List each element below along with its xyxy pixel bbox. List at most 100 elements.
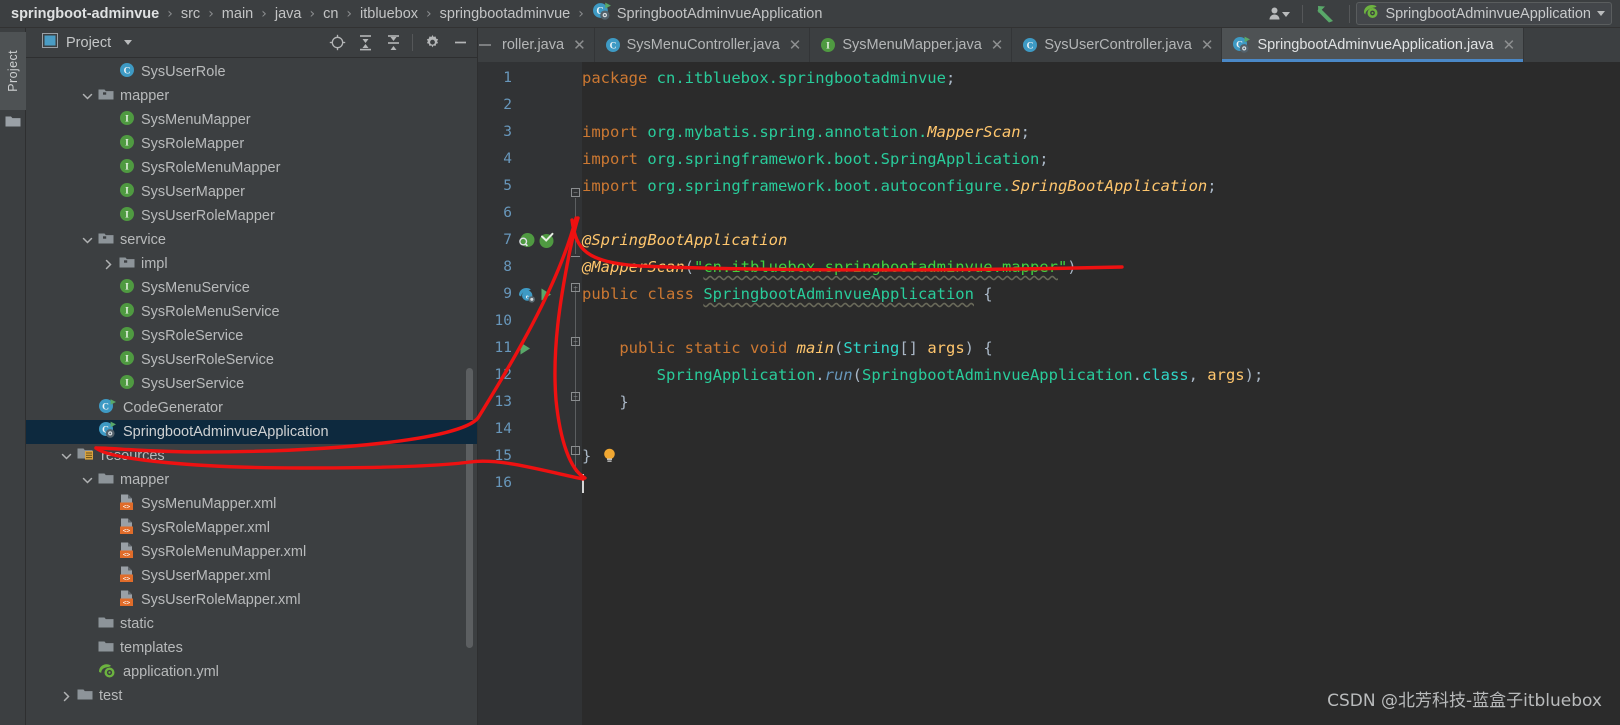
lightbulb-icon[interactable] bbox=[602, 447, 617, 464]
gutter-icons[interactable] bbox=[518, 335, 535, 362]
fold-marker[interactable] bbox=[571, 446, 580, 455]
line-number-row[interactable]: 8 bbox=[478, 254, 568, 281]
editor-tab-bar[interactable]: roller.java ✕ C SysMenuController.java ✕ I Sys… bbox=[478, 28, 1620, 62]
breadcrumb[interactable]: springboot-adminvue › src › main › java › cn › itb… bbox=[0, 2, 1262, 25]
tree-item[interactable]: I SysUserService bbox=[26, 372, 477, 396]
code-line[interactable]: package cn.itbluebox.springbootadminvue; bbox=[582, 65, 955, 92]
user-dropdown-icon[interactable] bbox=[1262, 1, 1296, 27]
tool-window-button-project[interactable]: Project bbox=[0, 32, 26, 110]
fold-marker[interactable]: − bbox=[571, 283, 580, 292]
editor-tab[interactable]: C SysUserController.java ✕ bbox=[1012, 28, 1223, 62]
run-arrow-icon[interactable] bbox=[539, 287, 553, 302]
line-number-row[interactable]: 10 bbox=[478, 308, 568, 335]
chevron-down-icon[interactable] bbox=[80, 233, 94, 247]
editor-tab[interactable]: I SysMenuMapper.java ✕ bbox=[810, 28, 1013, 62]
line-number-row[interactable]: 15 bbox=[478, 443, 568, 470]
close-icon[interactable]: ✕ bbox=[1503, 38, 1516, 53]
locate-icon[interactable] bbox=[324, 30, 350, 56]
line-number-row[interactable]: 11 bbox=[478, 335, 568, 362]
gear-icon[interactable] bbox=[419, 30, 445, 56]
tree-item[interactable]: resources bbox=[26, 444, 477, 468]
code-line[interactable]: import org.springframework.boot.SpringAp… bbox=[582, 146, 1049, 173]
line-number-row[interactable]: 12 bbox=[478, 362, 568, 389]
fold-marker[interactable] bbox=[571, 248, 580, 257]
fold-marker[interactable]: − bbox=[571, 392, 580, 401]
chevron-down-icon[interactable] bbox=[59, 449, 73, 463]
spring-search-bean-icon[interactable] bbox=[518, 232, 535, 249]
tree-item[interactable]: service bbox=[26, 228, 477, 252]
close-icon[interactable]: ✕ bbox=[789, 38, 802, 53]
code-line[interactable]: SpringApplication.run(SpringbootAdminvue… bbox=[582, 362, 1264, 389]
minimize-icon[interactable] bbox=[447, 30, 473, 56]
editor-code-area[interactable]: package cn.itbluebox.springbootadminvue;… bbox=[582, 62, 1620, 725]
line-number-row[interactable]: 3 bbox=[478, 119, 568, 146]
run-configuration-selector[interactable]: SpringbootAdminvueApplication bbox=[1356, 2, 1612, 25]
editor-gutter[interactable]: 1 2 3 4 5 6 7 8 9 e 10 11 12 13 14 15 16 bbox=[478, 62, 568, 725]
spring-bean-icon[interactable]: e bbox=[518, 286, 536, 303]
tree-item[interactable]: C CodeGenerator bbox=[26, 396, 477, 420]
tree-item[interactable]: <> SysRoleMapper.xml bbox=[26, 516, 477, 540]
line-number-row[interactable]: 1 bbox=[478, 65, 568, 92]
tree-item[interactable]: I SysRoleMapper bbox=[26, 132, 477, 156]
line-number-row[interactable]: 13 bbox=[478, 389, 568, 416]
tree-item[interactable]: static bbox=[26, 612, 477, 636]
breadcrumb-item-springbootadminvueapplication[interactable]: C SpringbootAdminvueApplication bbox=[591, 2, 824, 25]
tree-item[interactable]: impl bbox=[26, 252, 477, 276]
tree-item[interactable]: I SysMenuMapper bbox=[26, 108, 477, 132]
fold-marker[interactable]: − bbox=[571, 188, 580, 197]
tree-item[interactable]: I SysUserRoleMapper bbox=[26, 204, 477, 228]
tree-item[interactable]: I SysUserRoleService bbox=[26, 348, 477, 372]
tree-item[interactable]: <> SysRoleMenuMapper.xml bbox=[26, 540, 477, 564]
gutter-icons[interactable] bbox=[518, 227, 558, 254]
close-icon[interactable]: ✕ bbox=[1201, 38, 1214, 53]
chevron-right-icon[interactable] bbox=[101, 257, 115, 271]
editor-tab[interactable]: roller.java ✕ bbox=[492, 28, 595, 62]
line-number-row[interactable]: 16 bbox=[478, 470, 568, 497]
code-line[interactable]: } bbox=[582, 443, 591, 470]
line-number-row[interactable]: 5 bbox=[478, 173, 568, 200]
breadcrumb-item-main[interactable]: main bbox=[221, 6, 254, 22]
tree-item[interactable]: <> SysUserMapper.xml bbox=[26, 564, 477, 588]
code-editor[interactable]: 1 2 3 4 5 6 7 8 9 e 10 11 12 13 14 15 16 − − − − package… bbox=[478, 62, 1620, 725]
tree-item-selected[interactable]: C SpringbootAdminvueApplication bbox=[26, 420, 477, 444]
green-arrow-icon[interactable] bbox=[1309, 1, 1343, 27]
tree-item[interactable]: I SysRoleMenuMapper bbox=[26, 156, 477, 180]
chevron-down-icon[interactable] bbox=[1597, 11, 1605, 16]
gutter-icons[interactable]: e bbox=[518, 281, 556, 308]
breadcrumb-item-cn[interactable]: cn bbox=[322, 6, 339, 22]
breadcrumb-item-java[interactable]: java bbox=[274, 6, 303, 22]
close-icon[interactable]: ✕ bbox=[573, 38, 586, 53]
chevron-right-icon[interactable] bbox=[59, 689, 73, 703]
code-line[interactable]: import org.springframework.boot.autoconf… bbox=[582, 173, 1217, 200]
tree-item[interactable]: <> SysMenuMapper.xml bbox=[26, 492, 477, 516]
code-line[interactable]: public class SpringbootAdminvueApplicati… bbox=[582, 281, 993, 308]
editor-fold-column[interactable]: − − − − bbox=[568, 62, 582, 725]
tree-item[interactable]: I SysMenuService bbox=[26, 276, 477, 300]
chevron-down-icon[interactable] bbox=[124, 40, 133, 45]
breadcrumb-item-src[interactable]: src bbox=[180, 6, 201, 22]
line-number-row[interactable]: 9e bbox=[478, 281, 568, 308]
breadcrumb-item-springboot-adminvue[interactable]: springboot-adminvue bbox=[10, 6, 160, 22]
collapse-all-icon[interactable] bbox=[380, 30, 406, 56]
editor-tab[interactable]: C SysMenuController.java ✕ bbox=[595, 28, 811, 62]
chevron-down-icon[interactable] bbox=[80, 89, 94, 103]
line-number-row[interactable]: 4 bbox=[478, 146, 568, 173]
code-line[interactable]: import org.mybatis.spring.annotation.Map… bbox=[582, 119, 1030, 146]
breadcrumb-item-itbluebox[interactable]: itbluebox bbox=[359, 6, 419, 22]
code-line[interactable]: @SpringBootApplication bbox=[582, 227, 787, 254]
folder-icon[interactable] bbox=[5, 114, 21, 133]
line-number-row[interactable]: 7 bbox=[478, 227, 568, 254]
project-tree[interactable]: C SysUserRole mapper I SysMenuMapper I SysRole… bbox=[26, 58, 477, 725]
editor-tab-active[interactable]: C SpringbootAdminvueApplication.java ✕ bbox=[1222, 28, 1525, 62]
tree-item[interactable]: I SysUserMapper bbox=[26, 180, 477, 204]
breadcrumb-item-springbootadminvue[interactable]: springbootadminvue bbox=[439, 6, 572, 22]
spring-check-bean-icon[interactable] bbox=[538, 232, 555, 249]
tree-item[interactable]: I SysRoleMenuService bbox=[26, 300, 477, 324]
line-number-row[interactable]: 14 bbox=[478, 416, 568, 443]
tree-item[interactable]: <> SysUserRoleMapper.xml bbox=[26, 588, 477, 612]
chevron-down-icon[interactable] bbox=[80, 473, 94, 487]
tree-item[interactable]: templates bbox=[26, 636, 477, 660]
code-line[interactable]: @MapperScan("cn.itbluebox.springbootadmi… bbox=[582, 254, 1077, 281]
code-line[interactable]: } bbox=[582, 389, 628, 416]
line-number-row[interactable]: 2 bbox=[478, 92, 568, 119]
